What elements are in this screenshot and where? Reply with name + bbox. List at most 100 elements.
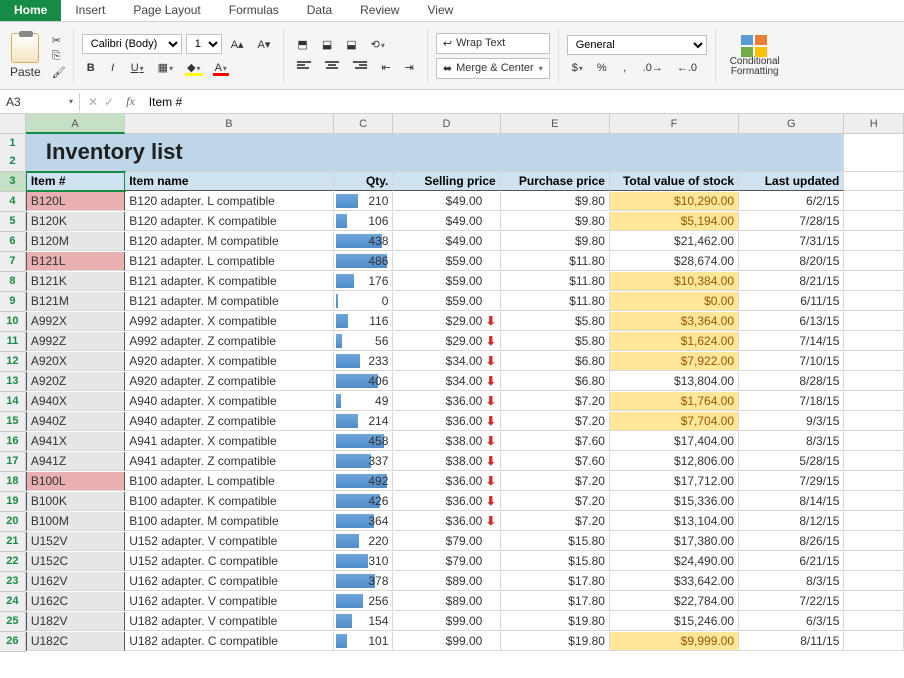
font-size-select[interactable]: 11 xyxy=(186,34,222,54)
cell-qty[interactable]: 364 xyxy=(334,512,394,531)
cell-updated[interactable]: 8/3/15 xyxy=(739,572,844,591)
cell-qty[interactable]: 438 xyxy=(334,232,394,251)
cell-item-id[interactable]: A940X xyxy=(26,392,125,411)
decrease-indent-button[interactable]: ⇤ xyxy=(376,58,395,77)
cell-buy[interactable]: $7.60 xyxy=(501,452,610,471)
fill-color-button[interactable]: ◆▾ xyxy=(182,58,205,77)
cell-item-name[interactable]: U182 adapter. C compatible xyxy=(125,632,334,651)
cell[interactable] xyxy=(844,392,904,411)
fx-icon[interactable]: fx xyxy=(126,94,135,109)
cell[interactable] xyxy=(844,452,904,471)
row-header-21[interactable]: 21 xyxy=(0,532,26,552)
cell-updated[interactable]: 7/10/15 xyxy=(739,352,844,371)
conditional-formatting-button[interactable]: Conditional Formatting xyxy=(724,33,786,79)
cell-item-id[interactable]: B100M xyxy=(26,512,125,531)
align-right-button[interactable] xyxy=(348,58,372,77)
cell-total[interactable]: $10,290.00 xyxy=(610,192,739,211)
row-header-25[interactable]: 25 xyxy=(0,612,26,632)
cell[interactable] xyxy=(844,472,904,491)
cell-qty[interactable]: 486 xyxy=(334,252,394,271)
cell[interactable] xyxy=(844,492,904,511)
cell-total[interactable]: $17,712.00 xyxy=(610,472,739,491)
cell-sell[interactable]: $38.00 ⬇ xyxy=(393,452,500,471)
cell-qty[interactable]: 154 xyxy=(334,612,394,631)
cell-updated[interactable]: 7/31/15 xyxy=(739,232,844,251)
cell-total[interactable]: $15,246.00 xyxy=(610,612,739,631)
cell-qty[interactable]: 214 xyxy=(334,412,394,431)
cell-total[interactable]: $17,404.00 xyxy=(610,432,739,451)
cell-updated[interactable]: 7/28/15 xyxy=(739,212,844,231)
merge-center-button[interactable]: ⬌ Merge & Center ▾ xyxy=(436,58,550,79)
row-header-9[interactable]: 9 xyxy=(0,292,26,312)
row-header-19[interactable]: 19 xyxy=(0,492,26,512)
row-header-18[interactable]: 18 xyxy=(0,472,26,492)
cell-item-name[interactable]: A920 adapter. X compatible xyxy=(125,352,334,371)
cell-sell[interactable]: $89.00 xyxy=(393,572,500,591)
col-header-F[interactable]: F xyxy=(610,114,739,134)
cell-qty[interactable]: 378 xyxy=(334,572,394,591)
row-header-26[interactable]: 26 xyxy=(0,632,26,652)
col-header-G[interactable]: G xyxy=(739,114,844,134)
cell[interactable] xyxy=(844,432,904,451)
align-top-button[interactable]: ⬒ xyxy=(292,35,312,54)
cell-sell[interactable]: $38.00 ⬇ xyxy=(393,432,500,451)
cell-item-name[interactable]: B121 adapter. M compatible xyxy=(125,292,334,311)
cell-updated[interactable]: 8/21/15 xyxy=(739,272,844,291)
cell-qty[interactable]: 49 xyxy=(334,392,394,411)
cell-total[interactable]: $7,922.00 xyxy=(610,352,739,371)
comma-button[interactable]: , xyxy=(616,59,634,77)
cell-sell[interactable]: $29.00 ⬇ xyxy=(393,312,500,331)
cell-sell[interactable]: $36.00 ⬇ xyxy=(393,492,500,511)
cell-sell[interactable]: $34.00 ⬇ xyxy=(393,372,500,391)
cell-item-id[interactable]: A941Z xyxy=(26,452,125,471)
cell[interactable] xyxy=(844,192,904,211)
cell-buy[interactable]: $11.80 xyxy=(501,252,610,271)
cell-total[interactable]: $13,804.00 xyxy=(610,372,739,391)
cell-item-name[interactable]: U162 adapter. C compatible xyxy=(125,572,334,591)
cell-qty[interactable]: 337 xyxy=(334,452,394,471)
cell-total[interactable]: $0.00 xyxy=(610,292,739,311)
cell-buy[interactable]: $9.80 xyxy=(501,232,610,251)
cell-item-name[interactable]: B120 adapter. L compatible xyxy=(125,192,334,211)
row-header-7[interactable]: 7 xyxy=(0,252,26,272)
cell[interactable] xyxy=(844,312,904,331)
cell-buy[interactable]: $5.80 xyxy=(501,312,610,331)
copy-button[interactable]: ⎘ xyxy=(47,47,65,61)
cell[interactable] xyxy=(844,212,904,231)
currency-button[interactable]: $▾ xyxy=(567,59,588,77)
cell-buy[interactable]: $7.20 xyxy=(501,492,610,511)
cell-qty[interactable]: 406 xyxy=(334,372,394,391)
header-sell[interactable]: Selling price xyxy=(393,172,500,191)
cell-qty[interactable]: 176 xyxy=(334,272,394,291)
cell-total[interactable]: $15,336.00 xyxy=(610,492,739,511)
col-header-E[interactable]: E xyxy=(501,114,610,134)
cell-updated[interactable]: 7/18/15 xyxy=(739,392,844,411)
cell-updated[interactable]: 6/3/15 xyxy=(739,612,844,631)
cell-sell[interactable]: $49.00 xyxy=(393,232,500,251)
cell-updated[interactable]: 8/3/15 xyxy=(739,432,844,451)
cell-item-id[interactable]: B100K xyxy=(26,492,125,511)
align-center-button[interactable] xyxy=(320,58,344,77)
paste-button[interactable]: Paste xyxy=(8,31,43,81)
italic-button[interactable]: I xyxy=(104,59,122,77)
cell-buy[interactable]: $7.20 xyxy=(501,512,610,531)
cell-qty[interactable]: 210 xyxy=(334,192,394,211)
cell-buy[interactable]: $9.80 xyxy=(501,192,610,211)
tab-view[interactable]: View xyxy=(413,0,467,21)
row-header-11[interactable]: 11 xyxy=(0,332,26,352)
cell-item-name[interactable]: A992 adapter. Z compatible xyxy=(125,332,334,351)
cell-total[interactable]: $9,999.00 xyxy=(610,632,739,651)
cell[interactable] xyxy=(844,352,904,371)
cell-total[interactable]: $1,764.00 xyxy=(610,392,739,411)
col-header-H[interactable]: H xyxy=(844,114,904,134)
align-middle-button[interactable]: ⬓ xyxy=(317,35,337,54)
cell-updated[interactable]: 7/29/15 xyxy=(739,472,844,491)
cell[interactable] xyxy=(844,572,904,591)
cell-buy[interactable]: $15.80 xyxy=(501,552,610,571)
increase-indent-button[interactable]: ⇥ xyxy=(400,58,419,77)
cell-item-id[interactable]: A940Z xyxy=(26,412,125,431)
cell-updated[interactable]: 5/28/15 xyxy=(739,452,844,471)
row-header-20[interactable]: 20 xyxy=(0,512,26,532)
cell-total[interactable]: $33,642.00 xyxy=(610,572,739,591)
cell-total[interactable]: $5,194.00 xyxy=(610,212,739,231)
